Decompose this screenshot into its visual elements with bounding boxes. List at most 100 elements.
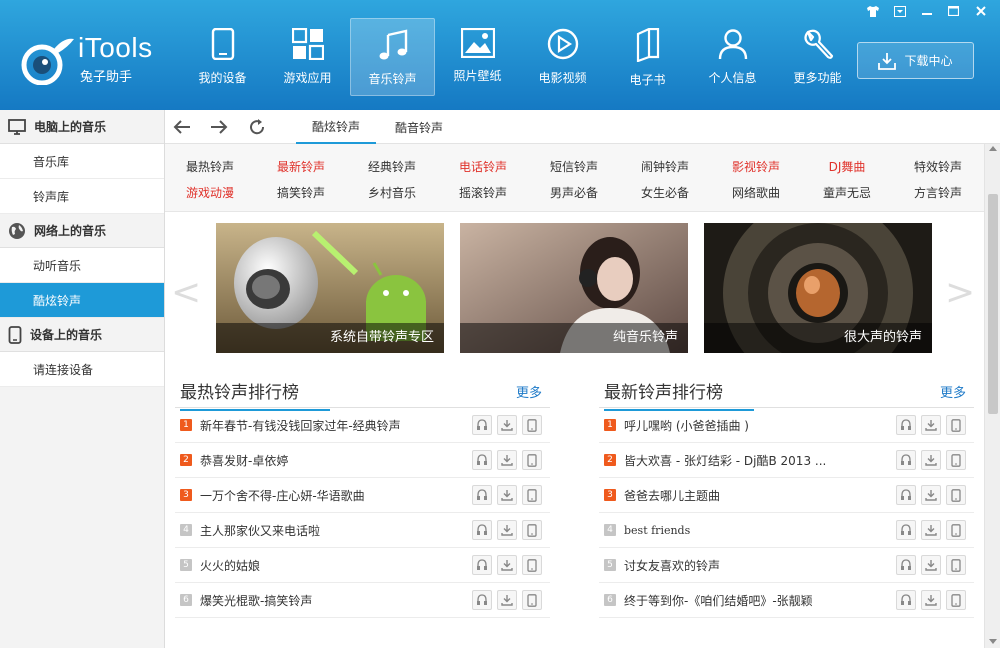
download-icon[interactable] [921,485,941,505]
list-item[interactable]: 1 呼儿嘿哟 (小爸爸插曲 ) [599,408,974,443]
sidebar-group-device-music[interactable]: 设备上的音乐 [0,318,164,352]
list-item[interactable]: 3 一万个舍不得-庄心妍-华语歌曲 [175,478,550,513]
scrollbar-thumb[interactable] [988,194,998,414]
category-alarm[interactable]: 闹钟铃声 [630,158,700,175]
listen-icon[interactable] [896,590,916,610]
list-item[interactable]: 5 火火的姑娘 [175,548,550,583]
listen-icon[interactable] [472,520,492,540]
listen-icon[interactable] [472,450,492,470]
menu-icon[interactable] [886,2,913,20]
ringtone-name[interactable]: 主人那家伙又来电话啦 [200,522,460,539]
banner-system-ringtones[interactable]: 系统自带铃声专区 [216,223,444,353]
nav-personal-info[interactable]: 个人信息 [690,18,775,96]
category-male[interactable]: 男声必备 [539,184,609,201]
ringtone-name[interactable]: 新年春节-有钱没钱回家过年-经典铃声 [200,417,460,434]
ringtone-name[interactable]: 终于等到你-《咱们结婚吧》-张靓颖 [624,592,884,609]
listen-icon[interactable] [472,555,492,575]
scroll-up-arrow-icon[interactable] [989,146,997,151]
ringtone-name[interactable]: 讨女友喜欢的铃声 [624,557,884,574]
download-icon[interactable] [497,555,517,575]
sidebar-group-pc-music[interactable]: 电脑上的音乐 [0,110,164,144]
banner-pure-music[interactable]: 纯音乐铃声 [460,223,688,353]
list-item[interactable]: 3 爸爸去哪儿主题曲 [599,478,974,513]
download-icon[interactable] [921,590,941,610]
close-icon[interactable] [967,2,994,20]
send-to-device-icon[interactable] [946,450,966,470]
tab-kuyin-ringtones[interactable]: 酷音铃声 [383,110,455,144]
sidebar-item-connect-device[interactable]: 请连接设备 [0,352,164,387]
listen-icon[interactable] [472,485,492,505]
forward-button[interactable] [208,116,230,138]
ringtone-name[interactable]: 皆大欢喜 - 张灯结彩 - Dj酷B 2013 ... [624,452,884,469]
nav-movies-videos[interactable]: 电影视频 [520,18,605,96]
download-icon[interactable] [497,415,517,435]
more-link[interactable]: 更多 [940,382,966,401]
nav-photos-wallpapers[interactable]: 照片壁纸 [435,18,520,96]
list-item[interactable]: 2 恭喜发财-卓依婷 [175,443,550,478]
send-to-device-icon[interactable] [946,485,966,505]
send-to-device-icon[interactable] [522,415,542,435]
send-to-device-icon[interactable] [522,520,542,540]
listen-icon[interactable] [896,450,916,470]
download-icon[interactable] [921,450,941,470]
category-kids[interactable]: 童声无忌 [812,184,882,201]
download-center-button[interactable]: 下载中心 [857,42,974,79]
listen-icon[interactable] [896,520,916,540]
vertical-scrollbar[interactable] [984,144,1000,648]
more-link[interactable]: 更多 [516,382,542,401]
sidebar-item-cool-ringtones[interactable]: 酷炫铃声 [0,283,164,318]
category-hot[interactable]: 最热铃声 [175,158,245,175]
category-film[interactable]: 影视铃声 [721,158,791,175]
ringtone-name[interactable]: 一万个舍不得-庄心妍-华语歌曲 [200,487,460,504]
category-country[interactable]: 乡村音乐 [357,184,427,201]
ringtone-name[interactable]: 火火的姑娘 [200,557,460,574]
sidebar-item-music-library[interactable]: 音乐库 [0,144,164,179]
download-icon[interactable] [497,590,517,610]
download-icon[interactable] [497,450,517,470]
category-phone[interactable]: 电话铃声 [448,158,518,175]
category-new[interactable]: 最新铃声 [266,158,336,175]
send-to-device-icon[interactable] [946,590,966,610]
download-icon[interactable] [921,415,941,435]
tab-cool-ringtones[interactable]: 酷炫铃声 [296,110,376,144]
category-games-anime[interactable]: 游戏动漫 [175,184,245,201]
download-icon[interactable] [921,555,941,575]
banner-loud-ringtones[interactable]: 很大声的铃声 [704,223,932,353]
list-item[interactable]: 2 皆大欢喜 - 张灯结彩 - Dj酷B 2013 ... [599,443,974,478]
download-icon[interactable] [497,485,517,505]
category-effects[interactable]: 特效铃声 [903,158,973,175]
refresh-button[interactable] [246,116,268,138]
carousel-next-button[interactable]: > [945,272,975,313]
list-item[interactable]: 1 新年春节-有钱没钱回家过年-经典铃声 [175,408,550,443]
category-funny[interactable]: 搞笑铃声 [266,184,336,201]
ringtone-name[interactable]: 呼儿嘿哟 (小爸爸插曲 ) [624,417,884,434]
send-to-device-icon[interactable] [522,450,542,470]
category-internet-songs[interactable]: 网络歌曲 [721,184,791,201]
send-to-device-icon[interactable] [946,555,966,575]
ringtone-name[interactable]: best friends [624,524,884,537]
minimize-icon[interactable] [913,2,940,20]
ringtone-name[interactable]: 爸爸去哪儿主题曲 [624,487,884,504]
listen-icon[interactable] [896,415,916,435]
back-button[interactable] [171,116,193,138]
download-icon[interactable] [921,520,941,540]
send-to-device-icon[interactable] [522,485,542,505]
category-female[interactable]: 女生必备 [630,184,700,201]
list-item[interactable]: 5 讨女友喜欢的铃声 [599,548,974,583]
listen-icon[interactable] [472,590,492,610]
nav-ebooks[interactable]: 电子书 [605,18,690,96]
list-item[interactable]: 4 主人那家伙又来电话啦 [175,513,550,548]
maximize-icon[interactable] [940,2,967,20]
send-to-device-icon[interactable] [946,415,966,435]
download-icon[interactable] [497,520,517,540]
sidebar-item-nice-music[interactable]: 动听音乐 [0,248,164,283]
skin-icon[interactable] [859,2,886,20]
scroll-down-arrow-icon[interactable] [989,639,997,644]
sidebar-group-online-music[interactable]: 网络上的音乐 [0,214,164,248]
sidebar-item-ringtone-library[interactable]: 铃声库 [0,179,164,214]
category-sms[interactable]: 短信铃声 [539,158,609,175]
list-item[interactable]: 4 best friends [599,513,974,548]
listen-icon[interactable] [896,555,916,575]
list-item[interactable]: 6 爆笑光棍歌-搞笑铃声 [175,583,550,618]
category-classic[interactable]: 经典铃声 [357,158,427,175]
